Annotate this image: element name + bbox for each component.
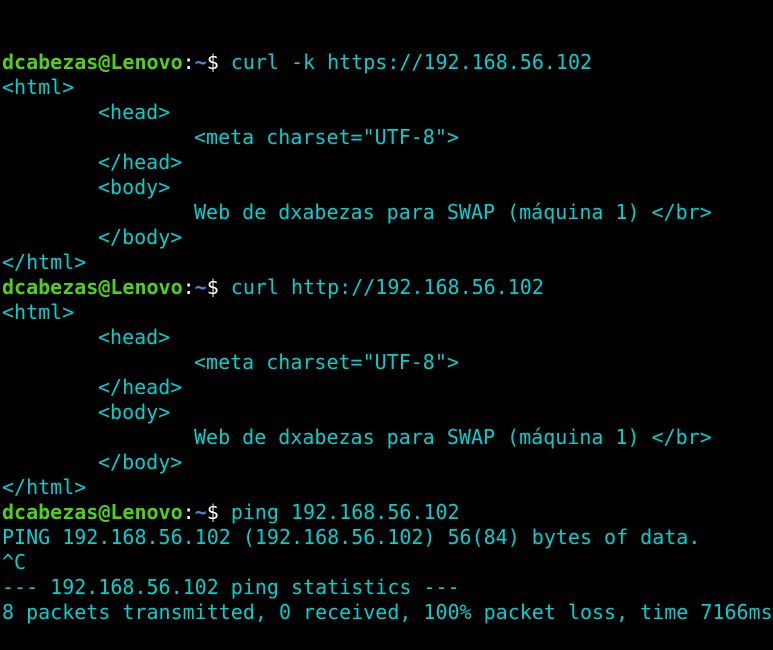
output-text: </body> <box>98 450 183 474</box>
output-text: <body> <box>98 175 171 199</box>
prompt-dollar: $ <box>206 50 231 74</box>
output-line: Web de dxabezas para SWAP (máquina 1) </… <box>2 200 773 225</box>
output-line: </body> <box>2 225 773 250</box>
output-line: <body> <box>2 175 773 200</box>
command-text: curl -k https://192.168.56.102 <box>230 50 593 74</box>
output-text: <html> <box>2 300 75 324</box>
output-line: </head> <box>2 375 773 400</box>
output-line: </html> <box>2 250 773 275</box>
output-text: Web de dxabezas para SWAP (máquina 1) </… <box>194 425 712 449</box>
output-text: PING 192.168.56.102 (192.168.56.102) 56(… <box>2 525 701 549</box>
output-text: Web de dxabezas para SWAP (máquina 1) </… <box>194 200 712 224</box>
prompt-line: dcabezas@Lenovo:~$ curl -k https://192.1… <box>2 50 773 75</box>
prompt-user-host: dcabezas@Lenovo <box>2 500 183 524</box>
output-text: </head> <box>98 375 183 399</box>
output-text: </head> <box>98 150 183 174</box>
output-text: 8 packets transmitted, 0 received, 100% … <box>2 600 773 624</box>
output-line: ^C <box>2 550 773 575</box>
output-text: --- 192.168.56.102 ping statistics --- <box>2 575 460 599</box>
prompt-user-host: dcabezas@Lenovo <box>2 275 183 299</box>
output-text: <html> <box>2 75 75 99</box>
prompt-path: ~ <box>194 275 207 299</box>
prompt-path: ~ <box>194 50 207 74</box>
output-line: <html> <box>2 300 773 325</box>
prompt-line: dcabezas@Lenovo:~$ ping 192.168.56.102 <box>2 500 773 525</box>
output-text: <meta charset="UTF-8"> <box>194 350 459 374</box>
output-line: <meta charset="UTF-8"> <box>2 125 773 150</box>
output-text: </html> <box>2 250 87 274</box>
terminal-window[interactable]: dcabezas@Lenovo:~$ curl -k https://192.1… <box>2 0 773 624</box>
prompt-path: ~ <box>194 500 207 524</box>
prompt-line: dcabezas@Lenovo:~$ curl http://192.168.5… <box>2 275 773 300</box>
output-line: --- 192.168.56.102 ping statistics --- <box>2 575 773 600</box>
output-text: </body> <box>98 225 183 249</box>
output-line: PING 192.168.56.102 (192.168.56.102) 56(… <box>2 525 773 550</box>
terminal-output: dcabezas@Lenovo:~$ curl -k https://192.1… <box>2 50 773 625</box>
output-line: <html> <box>2 75 773 100</box>
command-text: ping 192.168.56.102 <box>230 500 460 524</box>
prompt-dollar: $ <box>206 275 231 299</box>
prompt-user-host: dcabezas@Lenovo <box>2 50 183 74</box>
output-text: <head> <box>98 325 171 349</box>
prompt-colon: : <box>182 275 195 299</box>
output-line: <head> <box>2 325 773 350</box>
output-text: <body> <box>98 400 171 424</box>
output-line: </body> <box>2 450 773 475</box>
output-line: <head> <box>2 100 773 125</box>
output-text: </html> <box>2 475 87 499</box>
prompt-dollar: $ <box>206 500 231 524</box>
output-line: </head> <box>2 150 773 175</box>
command-text: curl http://192.168.56.102 <box>230 275 544 299</box>
prompt-colon: : <box>182 50 195 74</box>
output-line: <meta charset="UTF-8"> <box>2 350 773 375</box>
output-line: </html> <box>2 475 773 500</box>
prompt-colon: : <box>182 500 195 524</box>
output-text: <meta charset="UTF-8"> <box>194 125 459 149</box>
output-text: ^C <box>2 550 27 574</box>
output-line: <body> <box>2 400 773 425</box>
output-text: <head> <box>98 100 171 124</box>
output-line: Web de dxabezas para SWAP (máquina 1) </… <box>2 425 773 450</box>
output-line: 8 packets transmitted, 0 received, 100% … <box>2 600 773 625</box>
